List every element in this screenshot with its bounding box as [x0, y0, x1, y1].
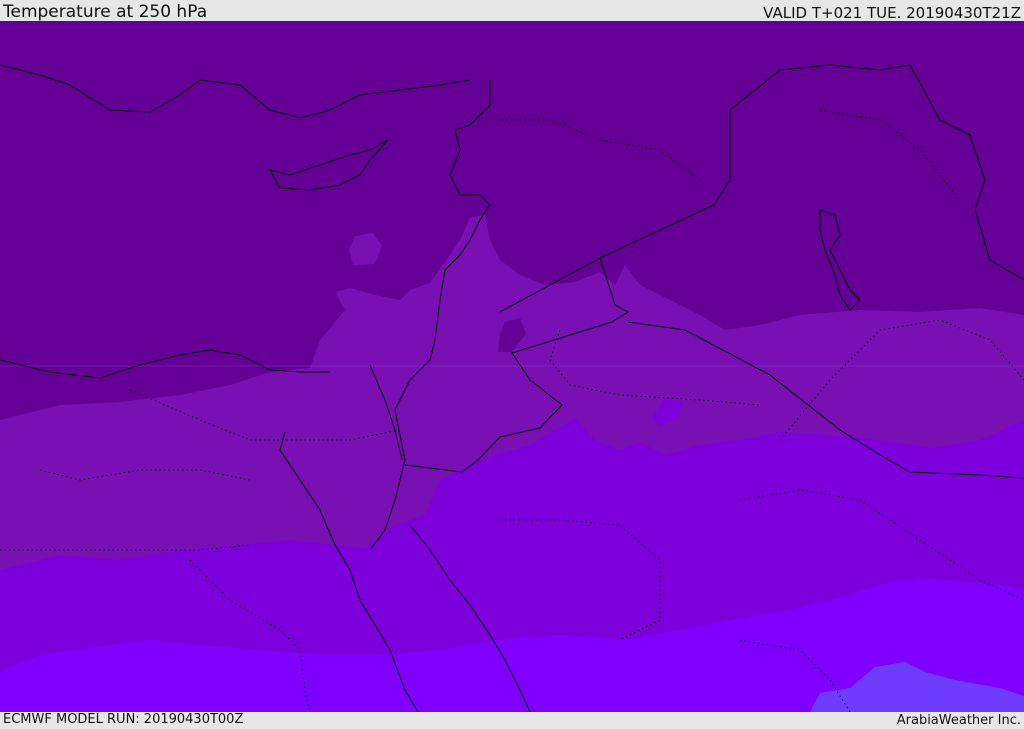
- map-footer: ECMWF MODEL RUN: 20190430T00Z ArabiaWeat…: [0, 712, 1024, 729]
- temperature-map: [0, 21, 1024, 712]
- credit-label: ArabiaWeather Inc.: [896, 713, 1021, 728]
- valid-time: VALID T+021 TUE. 20190430T21Z: [763, 4, 1021, 22]
- map-title: Temperature at 250 hPa: [3, 2, 208, 22]
- map-header: Temperature at 250 hPa VALID T+021 TUE. …: [0, 0, 1024, 21]
- model-run-label: ECMWF MODEL RUN: 20190430T00Z: [3, 712, 244, 727]
